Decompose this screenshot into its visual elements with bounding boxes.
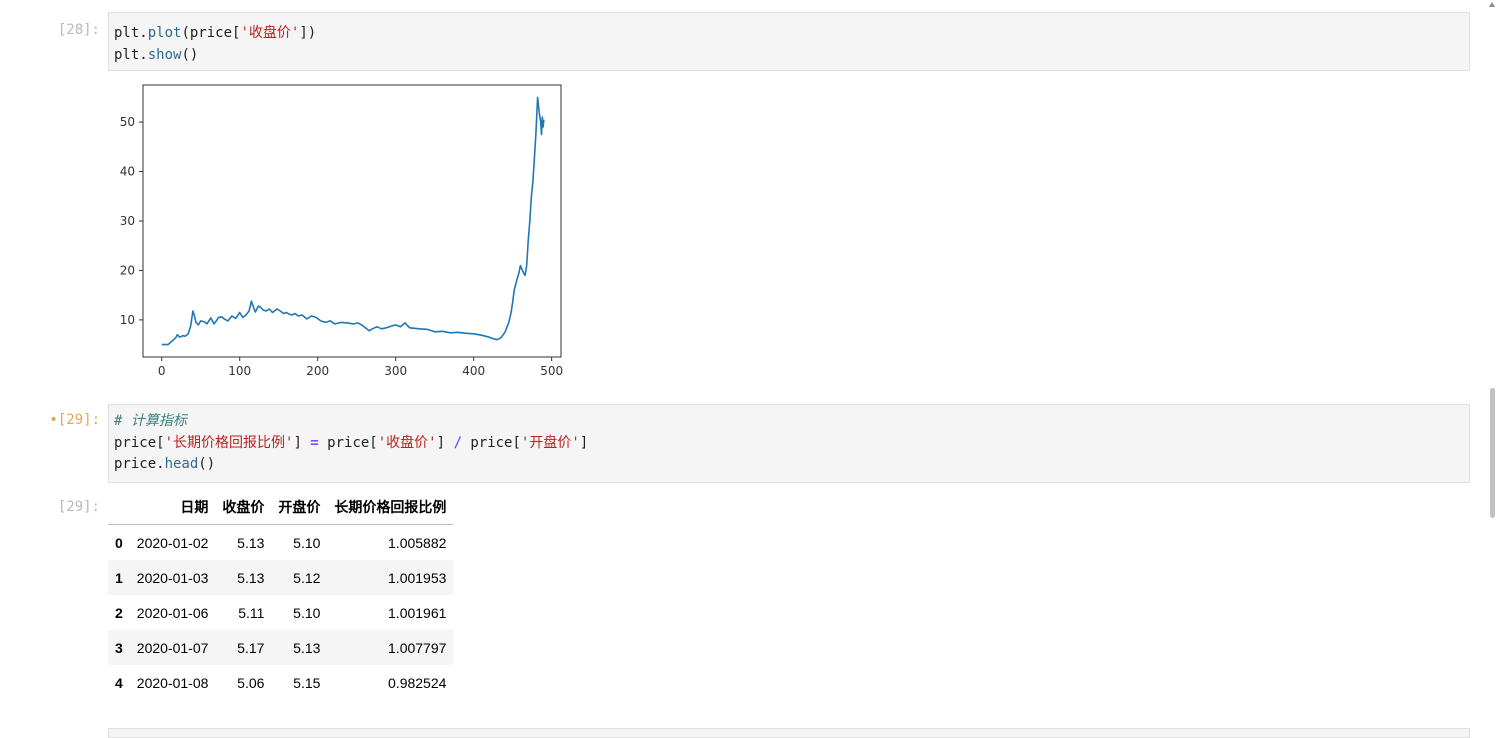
y-tick-label: 50 [120, 115, 135, 129]
table-cell: 5.13 [293, 639, 321, 656]
code-token: ] [293, 434, 311, 451]
code-token: plt. [114, 46, 148, 63]
code-token: ]) [299, 25, 317, 41]
code-line: # 计算指标 [114, 411, 1469, 433]
code-token: () [198, 456, 216, 472]
table-cell: 5.11 [238, 604, 265, 621]
table-cell: 5.15 [293, 674, 321, 691]
code-line: plt.show() [114, 45, 1469, 67]
code-token: price[ [114, 434, 165, 451]
x-tick-label: 0 [158, 364, 166, 378]
code-token: / [453, 434, 462, 451]
table-cell: 2020-01-02 [136, 534, 209, 551]
code-token: '收盘价' [240, 25, 300, 41]
cell-28-prompt: [28]: [57, 22, 100, 38]
column-header: 长期价格回报比例 [327, 490, 454, 525]
table-row: 0 2020-01-02 5.13 5.10 1.005882 [108, 525, 453, 561]
x-tick-label: 200 [306, 364, 329, 378]
table-cell: 5.10 [293, 604, 321, 621]
y-tick-label: 40 [120, 165, 135, 179]
table-cell: 5.13 [237, 534, 265, 551]
table-row: 2 2020-01-06 5.11 5.10 1.001961 [108, 595, 453, 630]
code-token: () [181, 46, 199, 63]
row-index: 0 [115, 534, 123, 551]
code-line: plt.plot(price['收盘价']) [114, 23, 1469, 45]
y-tick-label: 30 [120, 214, 135, 228]
table-cell: 2020-01-07 [136, 639, 209, 656]
code-line: price.head() [114, 454, 1469, 476]
scrollbar-thumb[interactable] [1490, 388, 1495, 518]
table-row: 3 2020-01-07 5.17 5.13 1.007797 [108, 630, 454, 665]
x-tick-label: 400 [462, 364, 485, 378]
vertical-scrollbar[interactable] [1488, 0, 1496, 735]
code-token: ] [436, 434, 454, 451]
code-token: show [147, 46, 182, 63]
plot-area [142, 84, 562, 358]
code-token: plot [147, 25, 182, 41]
table-cell: 2020-01-06 [136, 604, 209, 621]
column-header: 日期 [129, 490, 216, 525]
table-cell: 1.001961 [388, 604, 447, 621]
table-cell: 0.982524 [388, 674, 447, 691]
table-cell: 5.13 [237, 569, 265, 586]
column-header: 开盘价 [271, 490, 328, 525]
code-cell-29[interactable]: # 计算指标 price['长期价格回报比例'] = price['收盘价'] /… [108, 404, 1470, 483]
table-cell: 1.005882 [388, 534, 447, 551]
x-tick-label: 100 [228, 364, 251, 378]
table-header-row: 日期 收盘价 开盘价 长期价格回报比例 [108, 490, 454, 525]
x-tick-label: 500 [540, 364, 563, 378]
row-index: 3 [115, 639, 123, 656]
output-29-prompt: [29]: [57, 499, 100, 515]
y-tick-label: 10 [120, 313, 135, 327]
row-index: 2 [115, 604, 123, 621]
code-token: (price[ [181, 25, 241, 41]
table-cell: 1.001953 [388, 569, 447, 586]
table-cell: 5.06 [237, 674, 265, 691]
code-token: head [164, 456, 199, 472]
code-token: plt. [114, 25, 148, 41]
code-token: '长期价格回报比例' [164, 434, 294, 451]
table-cell: 1.007797 [388, 639, 447, 656]
cell-29-prompt: •[29]: [49, 412, 100, 428]
column-header: 收盘价 [215, 490, 272, 525]
table-cell: 5.12 [293, 569, 321, 586]
x-tick-label: 300 [384, 364, 407, 378]
row-index: 4 [115, 674, 123, 691]
y-tick-label: 20 [120, 263, 135, 277]
table-row: 1 2020-01-03 5.13 5.12 1.001953 [108, 560, 454, 595]
table-cell: 5.10 [293, 534, 321, 551]
code-token: price. [114, 456, 165, 472]
code-token: = [310, 434, 319, 451]
code-token: # 计算指标 [114, 413, 187, 429]
code-token: '开盘价' [520, 434, 580, 451]
table-cell: 5.17 [237, 639, 265, 656]
line-chart: 0 100 200 300 400 500 10 20 30 40 50 [120, 84, 563, 378]
table-row: 4 2020-01-08 5.06 5.15 0.982524 [108, 665, 453, 700]
column-header [108, 490, 130, 525]
scroll-up-icon[interactable] [1489, 2, 1495, 7]
table-cell: 2020-01-08 [136, 674, 209, 691]
code-token: '收盘价' [377, 434, 437, 451]
code-cell-next[interactable] [108, 728, 1470, 738]
code-token: ] [579, 434, 589, 451]
code-line: price['长期价格回报比例'] = price['收盘价'] / price… [114, 433, 1469, 455]
code-cell-28[interactable]: plt.plot(price['收盘价']) plt.show() [108, 12, 1470, 71]
code-token: price[ [318, 434, 378, 451]
code-token: price[ [461, 434, 521, 451]
dataframe-table: 日期 收盘价 开盘价 长期价格回报比例 0 2020-01-02 5.13 5.10 1.00… [108, 490, 454, 700]
row-index: 1 [115, 569, 123, 586]
table-cell: 2020-01-03 [136, 569, 209, 586]
